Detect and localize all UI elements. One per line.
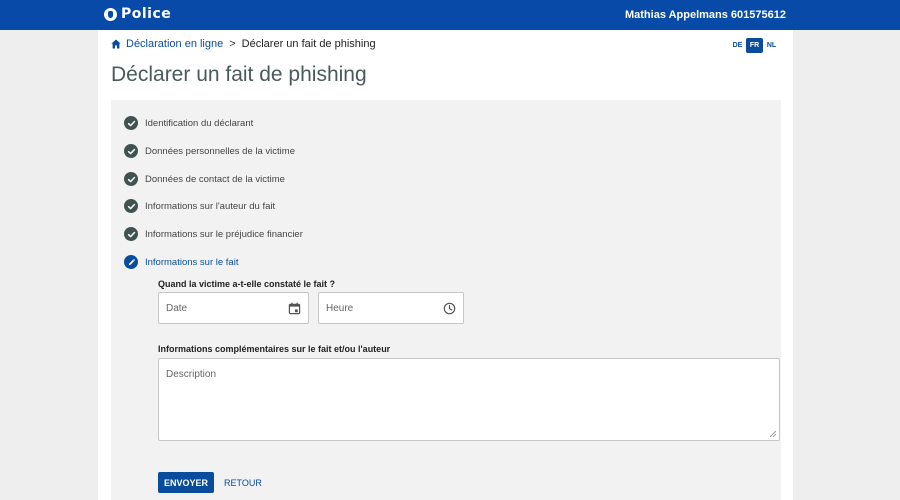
step-financial-damage[interactable]: Informations sur le préjudice financier bbox=[124, 227, 303, 241]
check-icon bbox=[124, 199, 138, 213]
submit-button[interactable]: ENVOYER bbox=[158, 472, 214, 493]
description-textarea[interactable] bbox=[166, 369, 766, 429]
time-field[interactable] bbox=[318, 292, 464, 324]
breadcrumb: Déclaration en ligne > Déclarer un fait … bbox=[111, 38, 376, 50]
home-icon[interactable] bbox=[111, 39, 121, 49]
step-label: Données de contact de la victime bbox=[145, 173, 285, 185]
logo-text: Police bbox=[121, 6, 172, 22]
time-input[interactable] bbox=[326, 303, 426, 314]
back-button[interactable]: RETOUR bbox=[224, 472, 262, 493]
check-icon bbox=[124, 172, 138, 186]
pencil-icon bbox=[124, 255, 138, 269]
resize-handle-icon[interactable] bbox=[770, 431, 776, 437]
lang-fr[interactable]: FR bbox=[746, 38, 763, 53]
step-label: Données personnelles de la victime bbox=[145, 145, 295, 157]
info-label: Informations complémentaires sur le fait… bbox=[158, 344, 391, 354]
date-field[interactable] bbox=[158, 292, 309, 324]
check-icon bbox=[124, 144, 138, 158]
clock-icon[interactable] bbox=[443, 302, 456, 315]
police-emblem-icon bbox=[104, 7, 117, 21]
step-label: Informations sur l'auteur du fait bbox=[145, 200, 276, 212]
calendar-icon[interactable] bbox=[288, 302, 301, 315]
page-title: Déclarer un fait de phishing bbox=[111, 63, 367, 86]
language-switcher: DE FR NL bbox=[729, 38, 780, 53]
when-label: Quand la victime a-t-elle constaté le fa… bbox=[158, 279, 336, 289]
check-icon bbox=[124, 227, 138, 241]
breadcrumb-current: Déclarer un fait de phishing bbox=[241, 38, 376, 50]
step-identification[interactable]: Identification du déclarant bbox=[124, 116, 253, 130]
step-label: Informations sur le préjudice financier bbox=[145, 228, 303, 240]
user-name[interactable]: Mathias Appelmans 601575612 bbox=[625, 9, 786, 21]
lang-de[interactable]: DE bbox=[729, 38, 746, 53]
step-victim-contact-data[interactable]: Données de contact de la victime bbox=[124, 172, 285, 186]
lang-nl[interactable]: NL bbox=[763, 38, 780, 53]
step-victim-personal-data[interactable]: Données personnelles de la victime bbox=[124, 144, 295, 158]
step-label: Identification du déclarant bbox=[145, 117, 254, 129]
check-icon bbox=[124, 116, 138, 130]
date-input[interactable] bbox=[166, 303, 266, 314]
breadcrumb-separator: > bbox=[229, 38, 236, 50]
step-label: Informations sur le fait bbox=[145, 256, 239, 268]
police-logo[interactable]: Police bbox=[104, 6, 171, 22]
description-field[interactable] bbox=[158, 358, 780, 441]
breadcrumb-home-link[interactable]: Déclaration en ligne bbox=[126, 38, 223, 50]
form-panel: Identification du déclarant Données pers… bbox=[111, 100, 781, 500]
main-content: Déclaration en ligne > Déclarer un fait … bbox=[98, 30, 793, 500]
step-author-info[interactable]: Informations sur l'auteur du fait bbox=[124, 199, 275, 213]
top-header: Police Mathias Appelmans 601575612 bbox=[0, 0, 900, 30]
step-fact-info[interactable]: Informations sur le fait bbox=[124, 255, 238, 269]
